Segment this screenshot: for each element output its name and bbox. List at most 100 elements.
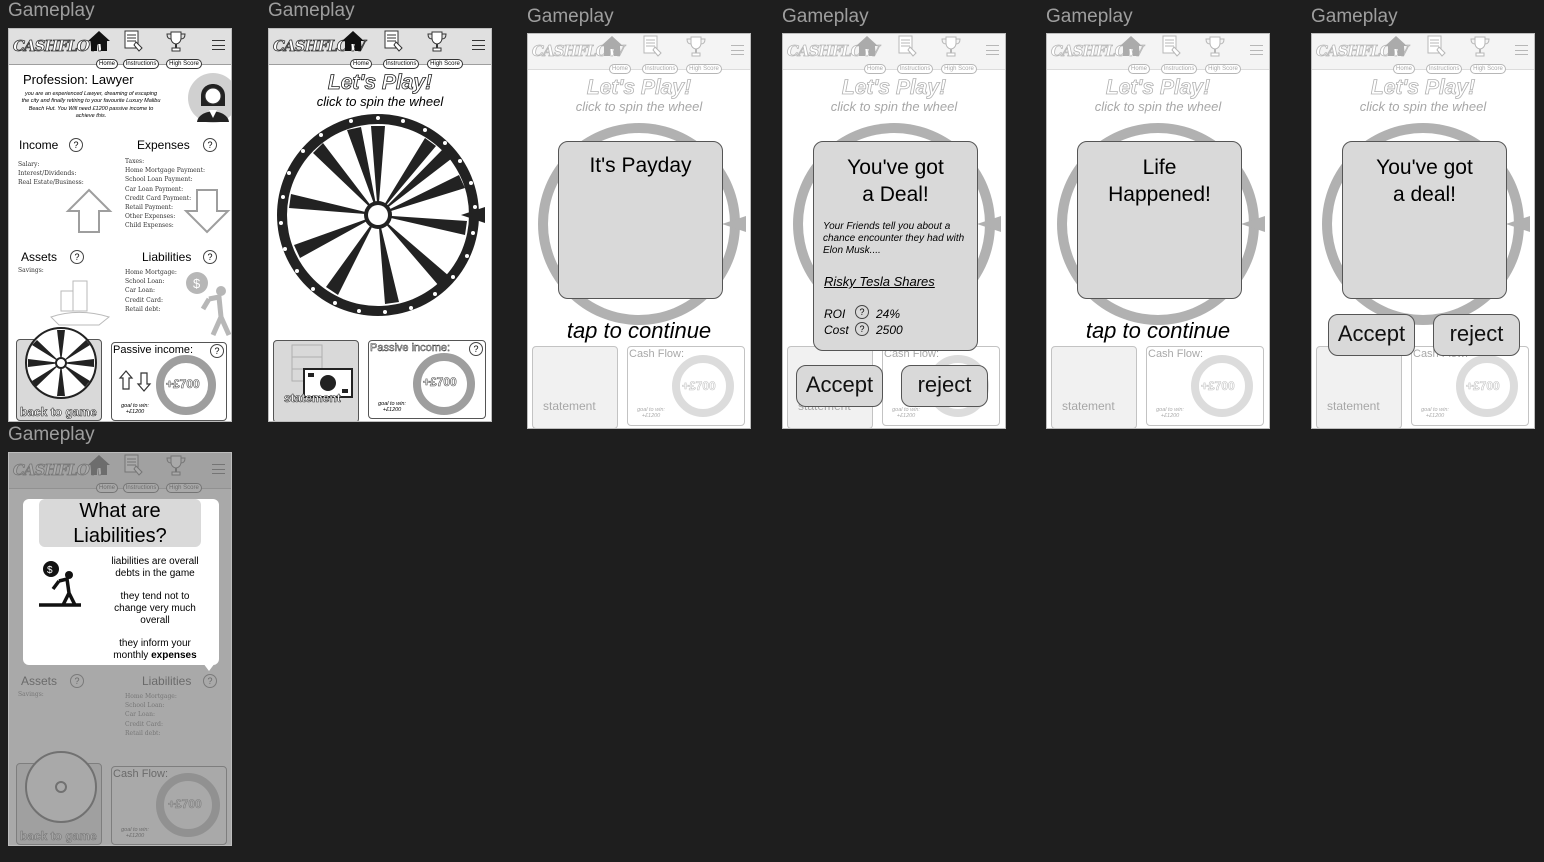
liabilities-help-popup: What are Liabilities? $ liabilities are o…: [23, 499, 219, 671]
instructions-button[interactable]: Instructions: [381, 30, 421, 69]
high-score-button: High Score: [684, 35, 724, 74]
frame-label-6: Gameplay: [1311, 6, 1398, 27]
asset-list: Savings:: [18, 266, 44, 275]
spin-wheel[interactable]: [275, 111, 487, 321]
liability-item: School Loan:: [125, 278, 165, 286]
cashflow-value: +£700: [1201, 379, 1235, 394]
trophy-icon: [939, 35, 963, 57]
goal-value: +£1200: [896, 413, 916, 419]
frame-deal-2: CASHFLOW Home Instructions High Score Le…: [1311, 33, 1535, 429]
high-score-label: High Score: [1470, 64, 1506, 74]
cashflow-label: Cash Flow:: [1148, 348, 1204, 360]
spin-subtitle: click to spin the wheel: [1359, 99, 1487, 114]
profession-description: you are an experienced Lawyer, dreaming …: [21, 91, 161, 120]
home-icon: [87, 30, 111, 52]
cost-help-icon[interactable]: ?: [855, 322, 869, 336]
income-heading: Income: [19, 138, 59, 152]
deal-story: Your Friends tell you about a chance enc…: [823, 221, 965, 256]
instructions-button: Instructions: [1159, 35, 1199, 74]
deal-title-line2: a deal!: [1392, 183, 1457, 206]
high-score-label: High Score: [166, 59, 202, 69]
frame-payday: CASHFLOW Home Instructions High Score Le…: [527, 33, 751, 429]
lets-play-title: Let's Play!: [1105, 76, 1211, 100]
goal-value: +£1200: [1425, 413, 1445, 419]
instructions-icon: [1424, 35, 1448, 57]
home-label: Home: [1127, 64, 1150, 74]
passive-help-icon[interactable]: ?: [469, 342, 483, 356]
statement-button[interactable]: statement: [273, 340, 359, 421]
reject-button[interactable]: reject: [901, 365, 988, 407]
home-button[interactable]: Home: [341, 30, 381, 69]
lets-play-title: Let's Play!: [586, 76, 692, 100]
popup-pointer: [203, 663, 215, 671]
cashflow-value: +£700: [682, 379, 716, 394]
high-score-label: High Score: [686, 64, 722, 74]
menu-icon[interactable]: [472, 40, 485, 50]
goal-value: +£1200: [641, 413, 661, 419]
liability-list: Home Mortgage: School Loan: Car Loan: Cr…: [125, 268, 177, 314]
tap-to-continue[interactable]: tap to continue: [1047, 318, 1269, 344]
instructions-label: Instructions: [382, 59, 420, 69]
high-score-button[interactable]: High Score: [164, 30, 204, 69]
accept-button[interactable]: Accept: [1328, 314, 1415, 356]
instructions-icon: [381, 30, 405, 52]
wheel-icon: [25, 327, 97, 399]
tap-to-continue[interactable]: tap to continue: [528, 318, 750, 344]
back-to-game-button[interactable]: back to game: [16, 327, 102, 421]
passive-income-panel: Passive income: ? +£700 goal to win: +£12…: [368, 340, 486, 419]
liability-item: Home Mortgage:: [125, 269, 177, 276]
accept-button[interactable]: Accept: [796, 365, 883, 407]
passive-help-icon[interactable]: ?: [210, 344, 224, 358]
reject-button[interactable]: reject: [1433, 314, 1520, 356]
instructions-button: Instructions: [1424, 35, 1464, 74]
statement-label: statement: [1327, 399, 1380, 413]
lets-play-title: Let's Play!: [841, 76, 947, 100]
frame-profile: CASHFLOW Home Instructions High Score Pr…: [8, 28, 232, 422]
home-button: Home: [855, 35, 895, 74]
expenses-help-icon[interactable]: ?: [203, 138, 217, 152]
trophy-icon: [1468, 35, 1492, 57]
menu-icon[interactable]: [212, 40, 225, 50]
high-score-button: High Score: [939, 35, 979, 74]
top-nav: CASHFLOW Home Instructions High Score: [783, 34, 1005, 74]
expenses-heading: Expenses: [137, 138, 190, 152]
high-score-button[interactable]: High Score: [425, 30, 465, 69]
assets-heading: Assets: [21, 250, 58, 264]
assets-help-icon[interactable]: ?: [70, 250, 84, 264]
roi-help-icon[interactable]: ?: [855, 305, 869, 319]
home-button: Home: [1384, 35, 1424, 74]
trophy-icon: [164, 30, 188, 52]
frame-label-3: Gameplay: [527, 6, 614, 27]
income-list: Salary: Interest/Dividends: Real Estate/…: [18, 160, 84, 188]
back-to-game-label: back to game: [20, 405, 97, 420]
cashflow-panel: Cash Flow: +£700 goal to win:+£1200: [1411, 346, 1529, 426]
home-icon: [600, 35, 624, 57]
instructions-icon: [121, 30, 145, 52]
asset-item: Savings:: [18, 267, 44, 274]
spin-subtitle: click to spin the wheel: [316, 94, 444, 109]
instructions-button[interactable]: Instructions: [121, 30, 161, 69]
liability-item: Car Loan:: [125, 287, 156, 295]
liabilities-help-icon[interactable]: ?: [203, 250, 217, 264]
lawyer-avatar: [188, 73, 231, 123]
menu-icon: [1515, 45, 1528, 55]
menu-icon: [1250, 45, 1263, 55]
statement-label: statement: [543, 399, 596, 413]
lets-play-title: Let's Play!: [1370, 76, 1476, 100]
goal-value: +£1200: [125, 409, 145, 415]
goal-to-win: goal to win:+£1200: [1151, 407, 1189, 419]
top-nav: CASHFLOW Home Instructions High Score: [1312, 34, 1534, 74]
passive-income-panel: Passive income: ? +£700 goal to win: +£12…: [111, 342, 227, 421]
high-score-label: High Score: [1205, 64, 1241, 74]
cashflow-panel: Cash Flow: +£700 goal to win:+£1200: [1146, 346, 1264, 426]
trophy-icon: [1203, 35, 1227, 57]
top-nav: CASHFLOW Home Instructions High Score: [1047, 34, 1269, 74]
instructions-button: Instructions: [895, 35, 935, 74]
instructions-label: Instructions: [122, 59, 160, 69]
payday-title: It's Payday: [589, 154, 692, 177]
life-title-line2: Happened!: [1108, 183, 1211, 206]
statement-button: statement: [1051, 346, 1137, 428]
statement-label: statement: [284, 391, 341, 406]
income-help-icon[interactable]: ?: [69, 138, 83, 152]
home-label: Home: [608, 64, 631, 74]
